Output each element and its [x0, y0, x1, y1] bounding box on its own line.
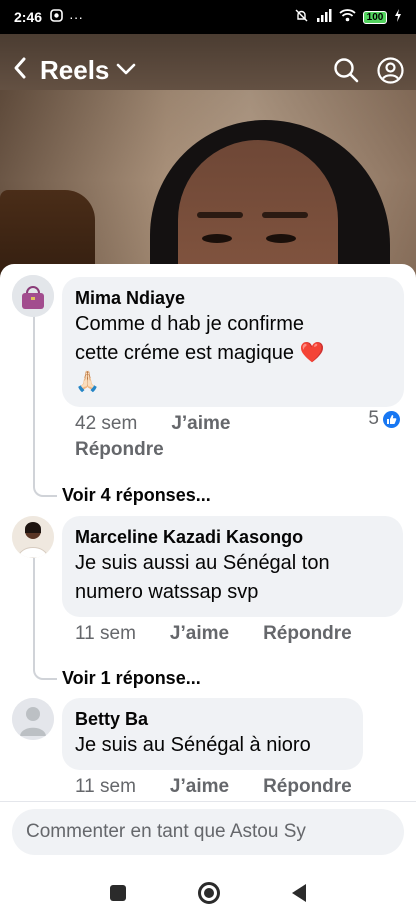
comment-author[interactable]: Mima Ndiaye	[75, 286, 391, 310]
back-nav-button[interactable]	[292, 884, 306, 902]
avatar[interactable]	[12, 275, 54, 317]
search-button[interactable]	[332, 56, 360, 84]
handbag-avatar-icon	[12, 275, 54, 317]
comment-text-line: 🙏🏻	[75, 371, 100, 393]
wifi-icon	[339, 9, 356, 25]
comment-time: 11 sem	[75, 776, 136, 797]
profile-button[interactable]	[376, 56, 404, 84]
comment-time: 11 sem	[75, 623, 136, 644]
video-brow-left	[197, 212, 243, 218]
status-time: 2:46	[14, 9, 43, 25]
comment-text-line: Comme d hab je confirme	[75, 313, 304, 335]
header-actions	[332, 56, 404, 84]
video-eye-left	[202, 234, 232, 243]
view-replies-button[interactable]: Voir 1 réponse...	[62, 668, 201, 689]
default-avatar-icon	[12, 698, 54, 740]
thread-connector	[33, 668, 57, 680]
comment-bubble[interactable]: Marceline Kazadi Kasongo Je suis aussi a…	[62, 516, 403, 617]
view-replies-button[interactable]: Voir 4 réponses...	[62, 485, 211, 506]
notification-icon	[50, 9, 63, 25]
comment-author[interactable]: Marceline Kazadi Kasongo	[75, 525, 390, 549]
reels-header: Reels	[0, 44, 416, 96]
screen: 2:46 ··· 100 Reels Mima Ndiaye Comme d h…	[0, 0, 416, 924]
comment-actions: 11 sem J’aime Répondre	[75, 776, 352, 798]
comment-time: 42 sem	[75, 413, 138, 434]
status-right-icons: 100	[294, 8, 402, 26]
reply-button[interactable]: Répondre	[263, 776, 352, 798]
comment-author[interactable]: Betty Ba	[75, 707, 350, 731]
avatar[interactable]	[12, 698, 54, 740]
back-button[interactable]	[12, 56, 28, 84]
reaction-summary[interactable]: 5	[368, 408, 400, 430]
comment-text-line: cette créme est magique ❤️	[75, 342, 325, 364]
comment-text-line: Je suis au Sénégal à nioro	[75, 734, 311, 756]
comment-input[interactable]: Commenter en tant que Astou Sy	[12, 809, 404, 855]
chevron-left-icon	[14, 57, 26, 79]
comment-text-line: Je suis aussi au Sénégal ton	[75, 552, 330, 574]
page-title[interactable]: Reels	[40, 55, 109, 86]
like-reaction-icon	[383, 410, 400, 428]
like-button[interactable]: J’aime	[170, 623, 229, 645]
status-more: ···	[69, 9, 84, 25]
battery-icon: 100	[363, 10, 387, 24]
reply-button[interactable]: Répondre	[263, 623, 352, 645]
like-button[interactable]: J’aime	[171, 413, 230, 435]
avatar[interactable]	[12, 516, 54, 558]
chevron-down-icon	[117, 63, 136, 74]
comment-text-line: numero watssap svp	[75, 581, 259, 603]
comment-item: Marceline Kazadi Kasongo Je suis aussi a…	[12, 516, 404, 646]
thread-connector	[33, 485, 57, 497]
composer-divider	[0, 801, 416, 802]
comment-bubble[interactable]: Betty Ba Je suis au Sénégal à nioro	[62, 698, 363, 770]
status-bar: 2:46 ··· 100	[0, 0, 416, 34]
comment-actions: 11 sem J’aime Répondre	[75, 623, 352, 645]
like-button[interactable]: J’aime	[170, 776, 229, 798]
recents-button[interactable]	[110, 885, 126, 901]
charging-icon	[394, 9, 402, 25]
system-nav-bar	[0, 862, 416, 924]
signal-icon	[316, 9, 332, 25]
reaction-count: 5	[368, 408, 379, 429]
comment-actions: 42 sem J’aime Répondre	[75, 413, 255, 461]
home-button[interactable]	[198, 882, 220, 904]
comment-item: Mima Ndiaye Comme d hab je confirme cett…	[12, 275, 404, 475]
home-icon	[204, 888, 214, 898]
search-icon	[334, 58, 359, 83]
mute-icon	[294, 8, 309, 26]
comment-item: Betty Ba Je suis au Sénégal à nioro 11 s…	[12, 698, 404, 802]
person-avatar-icon	[12, 516, 54, 558]
video-eye-right	[266, 234, 296, 243]
video-brow-right	[262, 212, 308, 218]
comment-bubble[interactable]: Mima Ndiaye Comme d hab je confirme cett…	[62, 277, 404, 407]
profile-icon	[376, 56, 404, 84]
reels-dropdown-button[interactable]	[115, 60, 137, 81]
reply-button[interactable]: Répondre	[75, 439, 164, 461]
status-left-icons: ···	[50, 9, 83, 25]
comment-input-placeholder: Commenter en tant que Astou Sy	[26, 821, 306, 842]
